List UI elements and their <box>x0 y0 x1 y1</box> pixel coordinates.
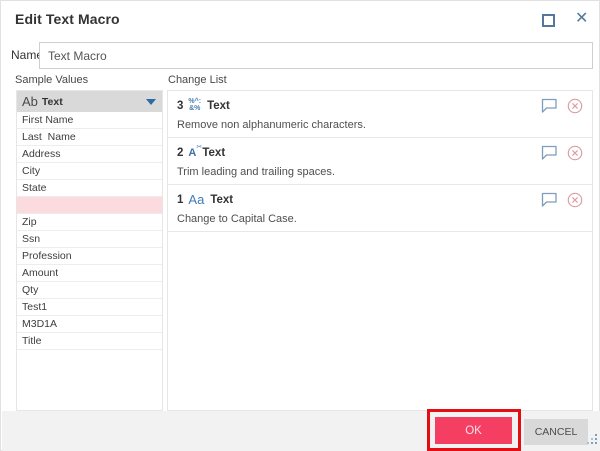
list-item[interactable]: Test1 <box>17 299 162 316</box>
comment-bubble-icon[interactable] <box>541 98 558 113</box>
column-header-label: Text <box>42 96 63 108</box>
change-description: Remove non alphanumeric characters. <box>177 119 583 131</box>
list-item[interactable]: First Name <box>17 112 162 129</box>
list-item[interactable]: Zip <box>17 214 162 231</box>
change-list-row[interactable]: 3 %^: &% Text Remove non alphanumeric ch… <box>168 91 592 138</box>
text-type-icon: Ab <box>22 93 38 111</box>
trim-spaces-icon: A ✂ <box>188 147 196 159</box>
resize-grip-icon[interactable] <box>587 431 597 449</box>
maximize-icon[interactable] <box>542 14 555 27</box>
change-order-number: 2 <box>177 147 183 159</box>
close-icon[interactable]: ✕ <box>575 9 588 29</box>
list-item[interactable]: Ssn <box>17 231 162 248</box>
list-item[interactable]: State <box>17 180 162 197</box>
comment-bubble-icon[interactable] <box>541 192 558 207</box>
change-order-number: 3 <box>177 100 183 112</box>
cancel-button[interactable]: CANCEL <box>524 419 588 445</box>
edit-text-macro-dialog: Edit Text Macro ✕ Name Sample Values Cha… <box>0 0 600 451</box>
change-list: 3 %^: &% Text Remove non alphanumeric ch… <box>167 90 593 411</box>
delete-circle-icon[interactable] <box>567 98 583 114</box>
delete-circle-icon[interactable] <box>567 145 583 161</box>
change-order-number: 1 <box>177 194 183 206</box>
remove-symbols-icon: %^: &% <box>188 99 201 112</box>
change-description: Change to Capital Case. <box>177 213 583 225</box>
change-title: Text <box>210 194 233 206</box>
comment-bubble-icon[interactable] <box>541 145 558 160</box>
list-item[interactable]: Address <box>17 146 162 163</box>
list-item[interactable]: Last Name <box>17 129 162 146</box>
list-item[interactable]: M3D1A <box>17 316 162 333</box>
list-item-highlighted[interactable] <box>17 197 162 214</box>
name-input[interactable] <box>39 42 593 69</box>
change-description: Trim leading and trailing spaces. <box>177 166 583 178</box>
list-item[interactable]: Profession <box>17 248 162 265</box>
ok-button[interactable]: OK <box>435 417 512 444</box>
list-item[interactable]: City <box>17 163 162 180</box>
chevron-down-icon[interactable] <box>146 99 156 105</box>
delete-circle-icon[interactable] <box>567 192 583 208</box>
change-list-row[interactable]: 2 A ✂ Text Trim leading and trailing spa… <box>168 138 592 185</box>
change-list-row[interactable]: 1 Aa Text Change to Capital Case. <box>168 185 592 232</box>
sample-values-list: Ab Text First Name Last Name Address Cit… <box>16 90 163 411</box>
sample-values-label: Sample Values <box>15 74 88 86</box>
change-title: Text <box>207 100 230 112</box>
column-header-dropdown[interactable]: Ab Text <box>17 91 162 112</box>
list-item[interactable]: Amount <box>17 265 162 282</box>
change-list-label: Change List <box>168 74 227 86</box>
change-title: Text <box>202 147 225 159</box>
list-item[interactable]: Qty <box>17 282 162 299</box>
list-item[interactable]: Title <box>17 333 162 350</box>
dialog-title: Edit Text Macro <box>15 11 120 27</box>
capital-case-icon: Aa <box>188 192 204 207</box>
